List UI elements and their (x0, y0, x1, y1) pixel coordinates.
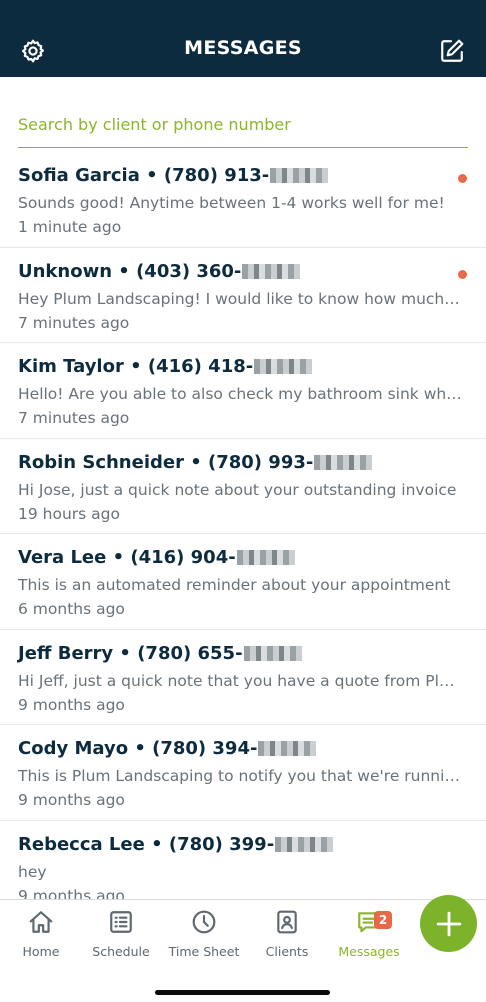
tab-label: Messages (338, 944, 400, 959)
contact-name-text: Rebecca Lee • (780) 399- (18, 833, 275, 855)
search-input[interactable] (18, 110, 468, 138)
message-time: 6 months ago (18, 600, 125, 618)
contact-name-text: Jeff Berry • (780) 655- (18, 642, 243, 664)
message-preview: Sounds good! Anytime between 1-4 works w… (18, 194, 445, 212)
messages-screen: MESSAGES Sofia Garcia • (780) 913- Sound… (0, 0, 486, 1002)
message-row[interactable]: Unknown • (403) 360- Hey Plum Landscapin… (0, 248, 486, 343)
redacted-digits (275, 836, 334, 852)
bottom-tab-bar: Home Schedule Time Sheet Clients 2 Messa… (0, 899, 486, 1002)
redacted-digits (242, 263, 301, 279)
unread-dot (458, 269, 467, 279)
message-row[interactable]: Rebecca Lee • (780) 399- hey 9 months ag… (0, 821, 486, 901)
tab-home[interactable]: Home (0, 908, 82, 968)
message-row[interactable]: Kim Taylor • (416) 418- Hello! Are you a… (0, 343, 486, 439)
plus-icon (436, 911, 461, 936)
message-row[interactable]: Vera Lee • (416) 904- This is an automat… (0, 534, 486, 630)
redacted-digits (254, 359, 313, 374)
contact-name: Unknown • (403) 360- (18, 260, 301, 282)
tab-schedule[interactable]: Schedule (80, 908, 162, 968)
message-preview: Hey Plum Landscaping! I would like to kn… (18, 289, 464, 308)
contact-name-text: Vera Lee • (416) 904- (18, 547, 236, 568)
unread-count-badge: 2 (374, 911, 392, 929)
contact-name: Sofia Garcia • (780) 913- (18, 165, 329, 186)
message-time: 9 months ago (18, 791, 125, 809)
message-row[interactable]: Jeff Berry • (780) 655- Hi Jeff, just a … (0, 630, 486, 725)
contact-name: Rebecca Lee • (780) 399- (18, 833, 334, 855)
message-list: Sofia Garcia • (780) 913- Sounds good! A… (0, 152, 486, 900)
message-preview: hey (18, 862, 47, 881)
redacted-digits (236, 550, 295, 565)
compose-button[interactable] (438, 37, 466, 65)
clients-icon (273, 908, 301, 936)
message-row[interactable]: Cody Mayo • (780) 394- This is Plum Land… (0, 725, 486, 821)
contact-name-text: Cody Mayo • (780) 394- (18, 738, 258, 759)
contact-name-text: Robin Schneider • (780) 993- (18, 451, 314, 473)
contact-name: Cody Mayo • (780) 394- (18, 738, 317, 759)
contact-name: Robin Schneider • (780) 993- (18, 451, 373, 473)
schedule-icon (107, 908, 135, 936)
tab-label: Time Sheet (168, 944, 240, 959)
message-time: 1 minute ago (18, 218, 122, 236)
search-bar (18, 104, 468, 148)
message-time: 7 minutes ago (18, 313, 130, 332)
message-time: 7 minutes ago (18, 409, 130, 427)
contact-name: Kim Taylor • (416) 418- (18, 356, 313, 377)
home-indicator[interactable] (155, 990, 330, 995)
redacted-digits (270, 168, 329, 183)
clock-icon (190, 908, 218, 936)
redacted-digits (243, 645, 302, 661)
app-header: MESSAGES (0, 0, 486, 77)
redacted-digits (314, 454, 373, 470)
add-button[interactable] (420, 895, 477, 952)
tab-label: Clients (265, 944, 309, 959)
tab-clients[interactable]: Clients (246, 908, 328, 968)
message-row[interactable]: Robin Schneider • (780) 993- Hi Jose, ju… (0, 439, 486, 534)
tab-label: Schedule (92, 944, 150, 959)
message-row[interactable]: Sofia Garcia • (780) 913- Sounds good! A… (0, 152, 486, 248)
contact-name-text: Unknown • (403) 360- (18, 260, 242, 282)
contact-name: Vera Lee • (416) 904- (18, 547, 295, 568)
message-time: 9 months ago (18, 695, 125, 714)
message-preview: This is an automated reminder about your… (18, 576, 451, 594)
tab-label: Home (22, 944, 60, 959)
contact-name-text: Sofia Garcia • (780) 913- (18, 165, 270, 186)
message-preview: Hello! Are you able to also check my bat… (18, 385, 464, 403)
redacted-digits (258, 741, 317, 756)
message-preview: This is Plum Landscaping to notify you t… (18, 767, 464, 785)
message-preview: Hi Jose, just a quick note about your ou… (18, 480, 457, 499)
unread-dot (458, 174, 467, 183)
message-time: 9 months ago (18, 886, 125, 901)
tab-messages[interactable]: 2 Messages (328, 908, 410, 968)
page-title: MESSAGES (184, 37, 302, 59)
home-icon (27, 908, 55, 936)
contact-name-text: Kim Taylor • (416) 418- (18, 356, 254, 377)
compose-icon (441, 39, 464, 62)
message-time: 19 hours ago (18, 504, 120, 523)
message-preview: Hi Jeff, just a quick note that you have… (18, 671, 464, 690)
tab-time-sheet[interactable]: Time Sheet (163, 908, 245, 968)
contact-name: Jeff Berry • (780) 655- (18, 643, 302, 664)
